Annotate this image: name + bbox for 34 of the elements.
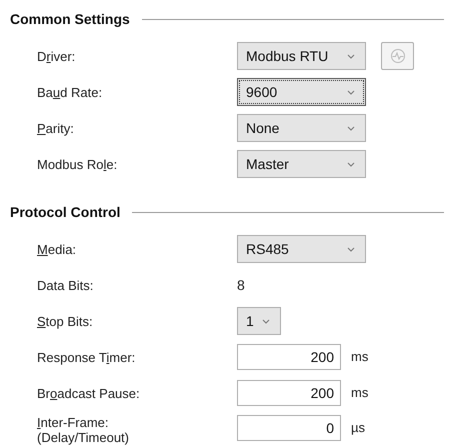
dropdown[interactable]: 9600 bbox=[237, 78, 366, 106]
value-text: 8 bbox=[237, 276, 245, 294]
chevron-down-icon bbox=[262, 318, 270, 324]
field-label: Response Timer: bbox=[37, 350, 136, 364]
section-heading: Common Settings bbox=[10, 10, 130, 29]
field-label: Baud Rate: bbox=[37, 84, 102, 100]
field-label: Data Bits: bbox=[37, 278, 94, 292]
dropdown[interactable]: None bbox=[237, 114, 366, 142]
field-label: Media: bbox=[37, 242, 76, 256]
dropdown[interactable]: 1 bbox=[237, 307, 281, 335]
field-label: Parity: bbox=[37, 120, 74, 136]
field-label: Inter-Frame: bbox=[37, 415, 109, 430]
dropdown[interactable]: RS485 bbox=[237, 235, 366, 263]
unit-text: µs bbox=[351, 419, 365, 438]
section-heading: Protocol Control bbox=[10, 203, 120, 222]
number-input[interactable]: 0 bbox=[237, 415, 341, 441]
unit-text: ms bbox=[351, 384, 368, 402]
field-label: (Delay/Timeout) bbox=[37, 430, 129, 445]
field-label: Broadcast Pause: bbox=[37, 386, 140, 400]
pulse-circle-icon bbox=[390, 48, 406, 64]
number-input[interactable]: 200 bbox=[237, 344, 341, 370]
chevron-down-icon bbox=[347, 126, 355, 130]
chevron-down-icon bbox=[347, 162, 355, 166]
status-button[interactable] bbox=[381, 42, 414, 70]
chevron-down-icon bbox=[347, 90, 355, 94]
dropdown[interactable]: Master bbox=[237, 150, 366, 178]
unit-text: ms bbox=[351, 348, 368, 366]
field-label: Stop Bits: bbox=[37, 314, 93, 328]
chevron-down-icon bbox=[347, 54, 355, 58]
field-label: Driver: bbox=[37, 48, 76, 64]
field-label: Modbus Role: bbox=[37, 156, 118, 172]
chevron-down-icon bbox=[347, 246, 355, 252]
dropdown[interactable]: Modbus RTU bbox=[237, 42, 366, 70]
number-input[interactable]: 200 bbox=[237, 380, 341, 406]
